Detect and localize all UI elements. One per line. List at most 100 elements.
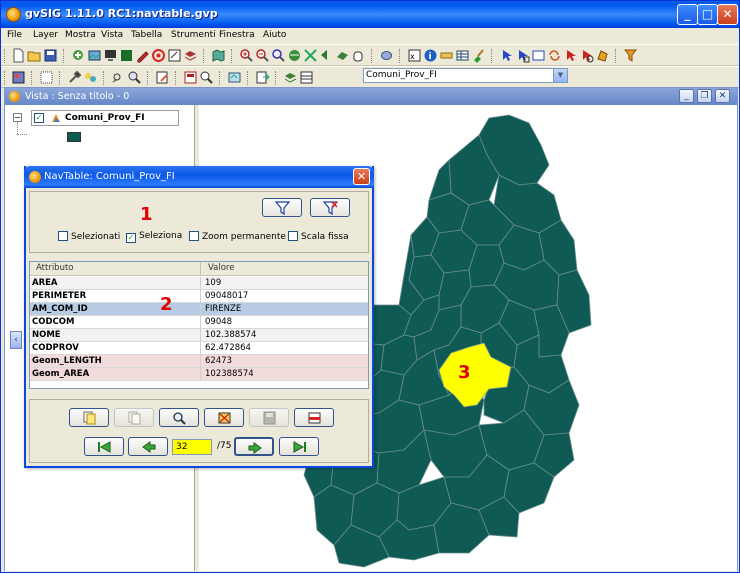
select-circle-icon[interactable] xyxy=(563,48,578,63)
next-record-button[interactable] xyxy=(234,437,274,456)
table-icon[interactable] xyxy=(455,48,470,63)
select-by-point-icon[interactable] xyxy=(579,48,594,63)
new-icon[interactable] xyxy=(11,48,26,63)
seleziona-checkbox[interactable]: ✓ Seleziona xyxy=(126,231,182,243)
add-layer-icon[interactable] xyxy=(71,48,86,63)
paste-button[interactable] xyxy=(114,408,154,427)
menu-tabella[interactable]: Tabella xyxy=(131,30,162,40)
last-record-button[interactable] xyxy=(279,437,319,456)
record-number-input[interactable]: 32 xyxy=(172,439,212,455)
zoom-layer-icon[interactable] xyxy=(335,48,350,63)
table-row[interactable]: NOME 102.388574 xyxy=(30,329,368,342)
scala-fissa-box[interactable] xyxy=(288,231,298,241)
navtable-title: NavTable: Comuni_Prov_FI xyxy=(44,171,175,182)
scala-fissa-checkbox[interactable]: Scala fissa xyxy=(288,231,349,242)
menu-vista[interactable]: Vista xyxy=(101,30,123,40)
table-row[interactable]: PERIMETER 09048017 xyxy=(30,290,368,303)
raster-icon[interactable] xyxy=(87,48,102,63)
target-icon[interactable] xyxy=(151,48,166,63)
zoom-rect-icon[interactable] xyxy=(271,48,286,63)
filter-button[interactable] xyxy=(262,198,302,217)
eye-search-icon[interactable] xyxy=(111,70,126,85)
selezionati-checkbox[interactable]: Selezionati xyxy=(58,231,120,242)
zoom-permanente-checkbox[interactable]: Zoom permanente xyxy=(189,231,286,242)
navtable-close-button[interactable]: ✕ xyxy=(353,168,370,185)
locator-icon[interactable] xyxy=(379,48,394,63)
previous-record-button[interactable] xyxy=(128,437,168,456)
monitor-icon[interactable] xyxy=(103,48,118,63)
attribute-table[interactable]: Attributo Valore AREA 109 PERIMETER 090480… xyxy=(29,261,369,389)
clear-filter-button[interactable] xyxy=(310,198,350,217)
open-icon[interactable] xyxy=(27,48,42,63)
edit-table-icon[interactable] xyxy=(155,70,170,85)
info-coord-icon[interactable]: x xyxy=(407,48,422,63)
zoom-layout-icon[interactable] xyxy=(199,70,214,85)
info-icon[interactable]: i xyxy=(423,48,438,63)
filter-icon[interactable] xyxy=(623,48,638,63)
save-icon[interactable] xyxy=(43,48,58,63)
view-close-button[interactable]: ✕ xyxy=(715,89,730,103)
select-poly-icon[interactable] xyxy=(531,48,546,63)
zoom-in-icon[interactable] xyxy=(239,48,254,63)
table-row[interactable]: Geom_LENGTH 62473 xyxy=(30,355,368,368)
collapse-panel-button[interactable]: ‹ xyxy=(10,331,22,349)
layer-visibility-checkbox[interactable]: ✓ xyxy=(34,113,44,123)
delete-record-button[interactable] xyxy=(294,408,334,427)
table-row[interactable]: CODPROV 62.472864 xyxy=(30,342,368,355)
zoom-select-icon[interactable] xyxy=(303,48,318,63)
menu-finestra[interactable]: Finestra xyxy=(219,30,255,40)
pen-icon[interactable] xyxy=(135,48,150,63)
invert-selection-icon[interactable] xyxy=(547,48,562,63)
menu-mostra[interactable]: Mostra xyxy=(65,30,96,40)
layer-table-icon[interactable] xyxy=(299,70,314,85)
menu-strumenti[interactable]: Strumenti xyxy=(171,30,216,40)
menu-layer[interactable]: Layer xyxy=(33,30,58,40)
close-button[interactable]: ✕ xyxy=(717,4,738,25)
zoom-out-icon[interactable] xyxy=(255,48,270,63)
tree-expand-toggle[interactable]: − xyxy=(13,113,22,122)
zoom-clear-button[interactable] xyxy=(204,408,244,427)
bubbles-icon[interactable] xyxy=(83,70,98,85)
layers-tool-icon[interactable] xyxy=(183,48,198,63)
layer-select[interactable]: Comuni_Prov_FI ▼ xyxy=(363,68,568,83)
zoom-permanente-box[interactable] xyxy=(189,231,199,241)
menu-file[interactable]: File xyxy=(7,30,22,40)
edit-icon[interactable] xyxy=(167,48,182,63)
select-polygon-icon[interactable] xyxy=(595,48,610,63)
view-restore-button[interactable]: ❐ xyxy=(697,89,712,103)
minimize-button[interactable]: _ xyxy=(677,4,698,25)
map-icon[interactable] xyxy=(211,48,226,63)
brush-icon[interactable] xyxy=(471,48,486,63)
zoom-full-icon[interactable] xyxy=(287,48,302,63)
project-icon[interactable] xyxy=(11,70,26,85)
selezionati-box[interactable] xyxy=(58,231,68,241)
georef-icon[interactable] xyxy=(227,70,242,85)
table-row[interactable]: AREA 109 xyxy=(30,277,368,290)
layout-icon[interactable] xyxy=(183,70,198,85)
export-map-icon[interactable] xyxy=(255,70,270,85)
copy-selected-button[interactable] xyxy=(69,408,109,427)
select-rect-icon[interactable] xyxy=(515,48,530,63)
layer-stack-icon[interactable] xyxy=(283,70,298,85)
view-minimize-button[interactable]: _ xyxy=(679,89,694,103)
seleziona-box[interactable]: ✓ xyxy=(126,233,136,243)
locate-icon[interactable] xyxy=(127,70,142,85)
table-row[interactable]: AM_COM_ID FIRENZE xyxy=(30,303,368,316)
export-icon[interactable] xyxy=(119,48,134,63)
toc-layer-item[interactable]: ✓ Comuni_Prov_FI xyxy=(31,110,179,126)
select-pointer-icon[interactable] xyxy=(499,48,514,63)
pan-icon[interactable] xyxy=(351,48,366,63)
table-row[interactable]: CODCOM 09048 xyxy=(30,316,368,329)
chevron-down-icon[interactable]: ▼ xyxy=(553,69,567,82)
measure-icon[interactable] xyxy=(439,48,454,63)
maximize-button[interactable]: □ xyxy=(697,4,718,25)
first-record-button[interactable] xyxy=(84,437,124,456)
menu-aiuto[interactable]: Aiuto xyxy=(263,30,286,40)
zoom-prev-icon[interactable] xyxy=(319,48,334,63)
tools-icon[interactable] xyxy=(67,70,82,85)
save-record-button[interactable] xyxy=(249,408,289,427)
zoom-to-feature-button[interactable] xyxy=(159,408,199,427)
clear-filter-icon xyxy=(323,201,338,215)
table-row[interactable]: Geom_AREA 102388574 xyxy=(30,368,368,381)
grid-icon[interactable] xyxy=(39,70,54,85)
